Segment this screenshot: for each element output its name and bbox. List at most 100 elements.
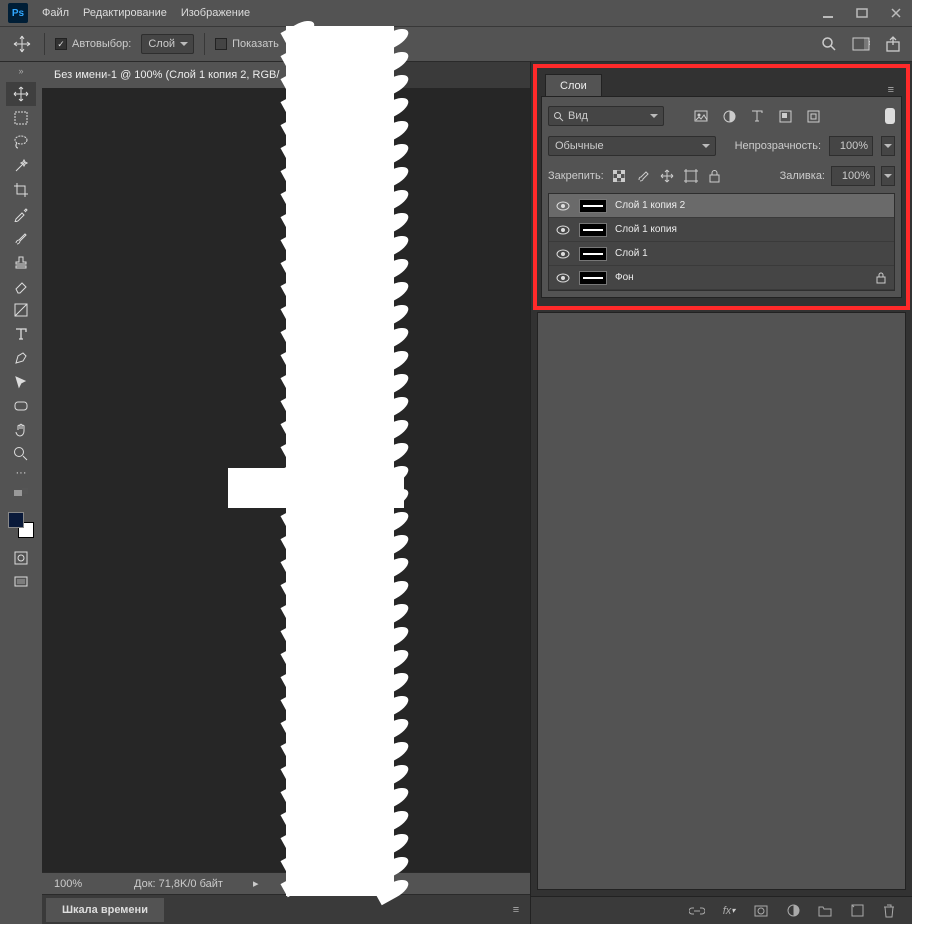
layer-name[interactable]: Фон — [615, 272, 866, 283]
timeline-tab[interactable]: Шкала времени — [46, 898, 164, 922]
right-panels: Слои ≡ Вид — [530, 62, 912, 924]
link-layers-icon[interactable] — [688, 902, 706, 920]
lock-pixels-icon[interactable] — [634, 167, 652, 185]
share-icon[interactable] — [884, 35, 902, 53]
new-layer-icon[interactable] — [848, 902, 866, 920]
visibility-icon[interactable] — [555, 246, 571, 262]
auto-select-checkbox[interactable]: ✓ Автовыбор: — [55, 38, 131, 50]
layer-row[interactable]: Фон — [549, 266, 894, 290]
document-tabs: Без имени-1 @ 100% (Слой 1 копия 2, RGB/ — [42, 62, 530, 88]
options-bar: ✓ Автовыбор: Слой Показать — [0, 26, 912, 62]
auto-select-label: Автовыбор: — [72, 38, 131, 50]
expand-panels-icon[interactable]: » — [15, 64, 27, 78]
brush-tool[interactable] — [6, 226, 36, 250]
foreground-color-swatch[interactable] — [8, 512, 24, 528]
layer-group-icon[interactable] — [816, 902, 834, 920]
fill-label: Заливка: — [780, 170, 825, 182]
layer-row[interactable]: Слой 1 копия 2 — [549, 194, 894, 218]
menu-file[interactable]: Файл — [42, 7, 69, 19]
more-tools-icon[interactable]: ··· — [6, 466, 36, 480]
close-button[interactable] — [888, 5, 904, 21]
zoom-tool[interactable] — [6, 442, 36, 466]
layers-panel: Вид Обычные Непрозрачность — [541, 96, 902, 298]
type-tool[interactable] — [6, 322, 36, 346]
workspace-switcher-icon[interactable] — [852, 35, 870, 53]
lock-artboard-icon[interactable] — [682, 167, 700, 185]
layer-filter-select[interactable]: Вид — [548, 106, 664, 126]
crop-tool[interactable] — [6, 178, 36, 202]
opacity-dropdown[interactable] — [881, 136, 895, 156]
filter-toggle[interactable] — [885, 108, 895, 124]
filter-smart-icon[interactable] — [804, 107, 822, 125]
lock-position-icon[interactable] — [658, 167, 676, 185]
layer-row[interactable]: Слой 1 копия — [549, 218, 894, 242]
screen-mode-tool[interactable] — [6, 570, 36, 594]
visibility-icon[interactable] — [555, 270, 571, 286]
filter-pixel-icon[interactable] — [692, 107, 710, 125]
menu-edit[interactable]: Редактирование — [83, 7, 167, 19]
pen-tool[interactable] — [6, 346, 36, 370]
marquee-tool[interactable] — [6, 106, 36, 130]
status-bar: 100% Док: 71,8K/0 байт ▸ — [42, 872, 530, 894]
layers-panel-highlight: Слои ≡ Вид — [533, 64, 910, 310]
layer-name[interactable]: Слой 1 копия 2 — [615, 200, 888, 211]
layer-thumbnail — [579, 199, 607, 213]
visibility-icon[interactable] — [555, 198, 571, 214]
color-swatches[interactable] — [6, 510, 36, 540]
zoom-level[interactable]: 100% — [54, 878, 114, 890]
layers-tab[interactable]: Слои — [545, 74, 602, 96]
gradient-tool[interactable] — [6, 298, 36, 322]
move-tool[interactable] — [6, 82, 36, 106]
eyedropper-tool[interactable] — [6, 202, 36, 226]
layer-style-icon[interactable]: fx▾ — [720, 902, 738, 920]
show-label: Показать — [232, 38, 279, 50]
lock-all-icon[interactable] — [706, 167, 724, 185]
panel-tabs: Слои ≡ — [541, 72, 902, 96]
layer-name[interactable]: Слой 1 — [615, 248, 888, 259]
app-window: Ps Файл Редактирование Изображение ✓ Авт… — [0, 0, 912, 924]
bottom-panel-tabs: Шкала времени ≡ — [42, 894, 530, 924]
stamp-tool[interactable] — [6, 250, 36, 274]
fill-value[interactable]: 100% — [831, 166, 875, 186]
document-tab[interactable]: Без имени-1 @ 100% (Слой 1 копия 2, RGB/ — [42, 62, 292, 88]
blend-mode-select[interactable]: Обычные — [548, 136, 716, 156]
quick-mask-tool[interactable] — [6, 546, 36, 570]
document-info[interactable]: Док: 71,8K/0 байт — [134, 878, 223, 890]
filter-type-icon[interactable] — [748, 107, 766, 125]
layer-thumbnail — [579, 247, 607, 261]
magic-wand-tool[interactable] — [6, 154, 36, 178]
lasso-tool[interactable] — [6, 130, 36, 154]
hand-tool[interactable] — [6, 418, 36, 442]
lock-transparency-icon[interactable] — [610, 167, 628, 185]
search-icon[interactable] — [820, 35, 838, 53]
checkbox-icon: ✓ — [55, 38, 67, 50]
minimize-button[interactable] — [820, 5, 836, 21]
divider — [204, 33, 205, 55]
layer-row[interactable]: Слой 1 — [549, 242, 894, 266]
eraser-tool[interactable] — [6, 274, 36, 298]
canvas[interactable] — [42, 88, 530, 872]
visibility-icon[interactable] — [555, 222, 571, 238]
panel-menu-icon[interactable]: ≡ — [880, 84, 902, 96]
filter-shape-icon[interactable] — [776, 107, 794, 125]
panel-menu-icon[interactable]: ≡ — [502, 904, 530, 916]
auto-select-target[interactable]: Слой — [141, 34, 194, 54]
filter-adjustment-icon[interactable] — [720, 107, 738, 125]
status-arrow-icon[interactable]: ▸ — [253, 877, 259, 890]
maximize-button[interactable] — [854, 5, 870, 21]
show-transform-checkbox[interactable]: Показать — [215, 38, 279, 50]
edit-toolbar[interactable] — [6, 480, 36, 504]
layer-name[interactable]: Слой 1 копия — [615, 224, 888, 235]
opacity-value[interactable]: 100% — [829, 136, 873, 156]
fill-dropdown[interactable] — [881, 166, 895, 186]
adjustment-layer-icon[interactable] — [784, 902, 802, 920]
layer-mask-icon[interactable] — [752, 902, 770, 920]
menu-image[interactable]: Изображение — [181, 7, 250, 19]
shape-tool[interactable] — [6, 394, 36, 418]
path-selection-tool[interactable] — [6, 370, 36, 394]
delete-layer-icon[interactable] — [880, 902, 898, 920]
menu-bar: Ps Файл Редактирование Изображение — [0, 0, 912, 26]
move-tool-preset[interactable] — [10, 32, 34, 56]
layer-thumbnail — [579, 223, 607, 237]
checkbox-icon — [215, 38, 227, 50]
